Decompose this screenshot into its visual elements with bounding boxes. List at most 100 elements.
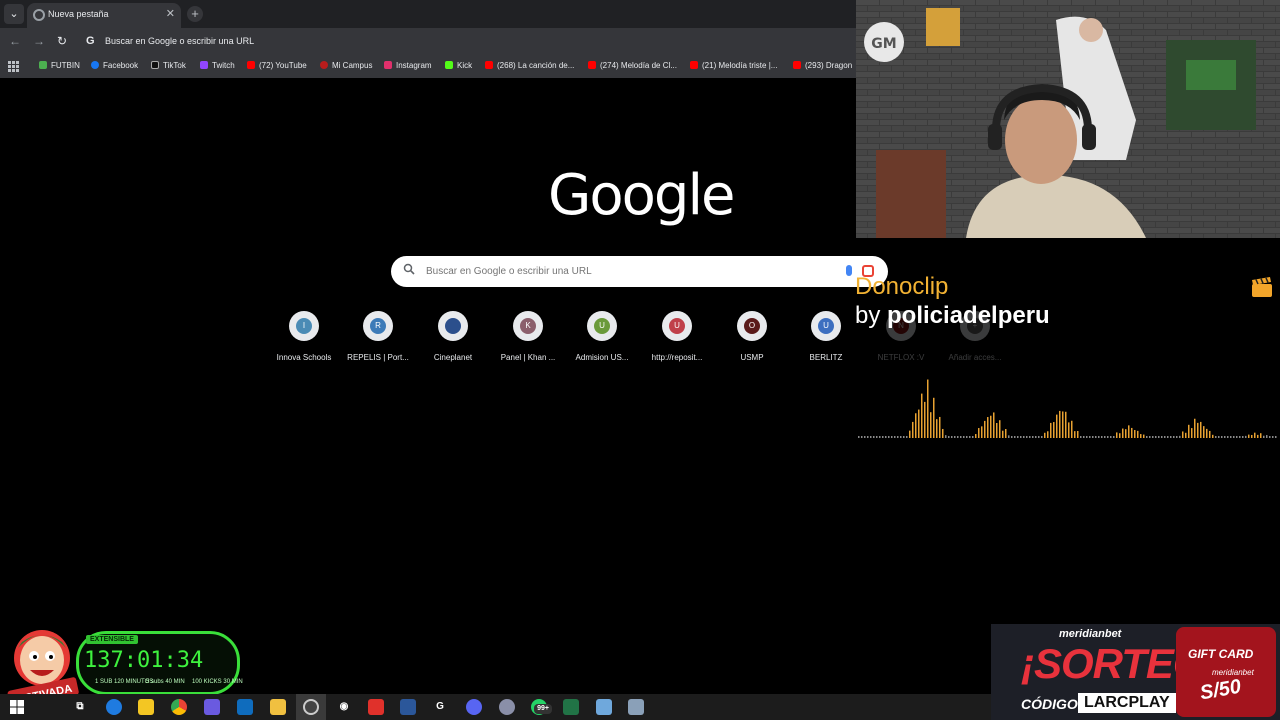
shortcut-icon: K [513,311,543,341]
visualizer-bar [915,413,917,438]
game-controller-icon[interactable]: ◉ [336,699,352,715]
visualizer-bar [1011,436,1013,438]
tab-strip: ⌄ Nueva pestaña ✕ + [0,0,856,28]
bookmark-youtube-268[interactable]: (268) La canción de... [485,61,574,70]
close-tab-icon[interactable]: ✕ [166,7,175,20]
shortcut-cineplanet[interactable]: Cineplanet [418,311,488,371]
visualizer-bar [1104,436,1106,438]
word-icon[interactable] [400,699,416,715]
visualizer-bar [867,436,869,438]
search-input[interactable] [426,256,826,287]
bookmark-facebook[interactable]: Facebook [91,61,138,70]
visualizer-bar [894,436,896,438]
visualizer-bar [1161,436,1163,438]
visualizer-bar [1149,436,1151,438]
visualizer-bar [1071,420,1073,438]
edge-icon[interactable] [106,699,122,715]
shortcut-label: BERLITZ [809,353,843,362]
bookmark-futbin[interactable]: FUTBIN [39,61,80,70]
shortcut-usmp[interactable]: O USMP [717,311,787,371]
webcam-feed: GM [856,0,1280,238]
tab-nueva-pestana[interactable]: Nueva pestaña ✕ [27,3,181,28]
shortcut-label: Panel | Khan ... [500,353,556,362]
visualizer-bar [1224,436,1226,438]
bookmark-label: TikTok [163,61,186,70]
bookmark-twitch[interactable]: Twitch [200,61,235,70]
logitech-icon[interactable]: G [432,699,448,715]
address-bar[interactable]: G Buscar en Google o escribir una URL [80,31,856,53]
visualizer-bar [1251,434,1253,438]
visualizer-bar [1188,424,1190,438]
chrome-icon[interactable] [171,699,187,715]
store-icon[interactable] [138,699,154,715]
donoclip-title: Donoclip [855,273,949,300]
visualizer-bar [1044,432,1046,438]
recorder-icon[interactable] [368,699,384,715]
task-view-icon[interactable]: ⧉ [72,699,88,715]
instagram-icon [384,61,392,69]
app-icon-2[interactable] [499,699,515,715]
bookmark-mi-campus[interactable]: Mi Campus [320,61,372,70]
shortcut-repositorio[interactable]: U http://reposit... [642,311,712,371]
visualizer-bar [1098,436,1100,438]
futbin-icon [39,61,47,69]
visualizer-bar [1131,427,1133,438]
file-explorer-icon[interactable] [270,699,286,715]
visualizer-bar [1215,436,1217,438]
visualizer-bar [1221,436,1223,438]
search-box[interactable] [391,256,888,287]
visualizer-bar [1269,436,1271,438]
outlook-icon[interactable] [237,699,253,715]
back-icon[interactable]: ← [9,34,21,48]
shortcut-repelis[interactable]: R REPELIS | Port... [343,311,413,371]
new-tab-button[interactable]: + [187,6,203,22]
bookmark-tiktok[interactable]: TikTok [151,61,186,70]
shortcut-letter [445,318,461,334]
visualizer-bar [1245,435,1247,438]
visualizer-bar [984,420,986,438]
apps-grid-icon[interactable] [8,61,19,72]
notes-icon[interactable] [596,699,612,715]
visualizer-bar [1152,436,1154,438]
visualizer-bar [1209,430,1211,438]
bookmark-youtube-274[interactable]: (274) Melodía de Cl... [588,61,677,70]
campus-icon [320,61,328,69]
shortcut-khan[interactable]: K Panel | Khan ... [493,311,563,371]
shortcut-berlitz[interactable]: U BERLITZ [791,311,861,371]
bookmark-kick[interactable]: Kick [445,61,472,70]
excel-icon[interactable] [563,699,579,715]
shortcut-label: Cineplanet [433,353,473,362]
visualizer-bar [1239,436,1241,438]
shortcut-innova-schools[interactable]: I Innova Schools [269,311,339,371]
bookmarks-bar: FUTBIN Facebook TikTok Twitch (72) YouTu… [0,55,856,78]
tab-search-button[interactable]: ⌄ [4,4,24,24]
bookmark-label: Kick [457,61,473,70]
shortcut-icon: U [811,311,841,341]
bookmark-youtube-21[interactable]: (21) Melodía triste |... [690,61,777,70]
microphone-icon[interactable] [846,265,852,276]
youtube-icon [793,61,801,69]
visualizer-bar [1206,428,1208,438]
visualizer-bar [1029,436,1031,438]
timer-kicks-rate: 100 KICKS 30 MIN [192,679,243,685]
visualizer-bar [1119,433,1121,438]
visualizer-bar [858,436,860,438]
reload-icon[interactable]: ↻ [57,34,67,48]
visualizer-bar [1035,436,1037,438]
bookmark-youtube[interactable]: (72) YouTube [247,61,307,70]
bookmark-youtube-293[interactable]: (293) Dragon [793,61,852,70]
address-bar-text[interactable]: Buscar en Google o escribir una URL [105,36,254,46]
search-icon [403,263,415,275]
forward-icon[interactable]: → [33,34,45,48]
obs-icon[interactable] [303,699,319,715]
discord-icon[interactable] [466,699,482,715]
visualizer-bar [963,436,965,438]
visualizer-bar [1083,436,1085,438]
windows-start-icon[interactable] [9,699,25,715]
shortcut-admision[interactable]: U Admision US... [567,311,637,371]
bookmark-label: FUTBIN [51,61,80,70]
bookmark-instagram[interactable]: Instagram [384,61,432,70]
visualizer-bar [1041,436,1043,438]
app-icon[interactable] [204,699,220,715]
calculator-icon[interactable] [628,699,644,715]
